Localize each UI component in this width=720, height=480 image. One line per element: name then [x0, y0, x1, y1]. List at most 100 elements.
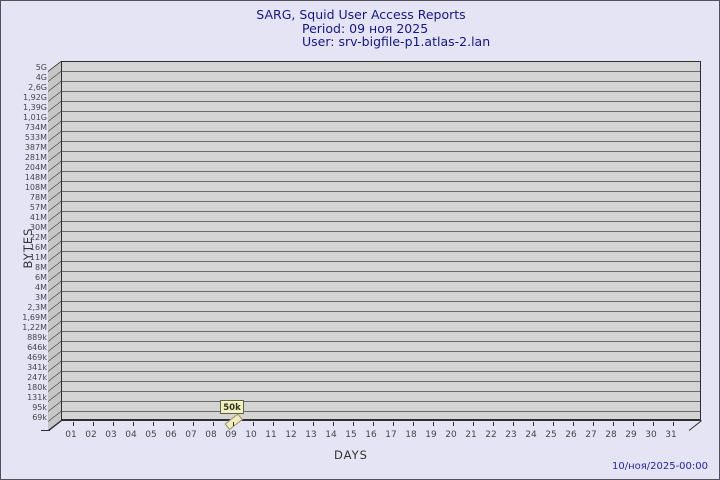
x-tick-label: 25	[545, 430, 557, 440]
x-tick-label: 23	[505, 430, 517, 440]
x-tick-mark	[513, 422, 514, 426]
y-tick-label: 57M	[29, 203, 47, 212]
y-tick-label: 11M	[29, 253, 47, 262]
x-tick-label: 12	[285, 430, 297, 440]
y-tick-label: 8M	[35, 263, 47, 272]
x-tick-label: 24	[525, 430, 537, 440]
report-user: User: srv-bigfile-p1.atlas-2.lan	[302, 34, 491, 49]
x-tick-label: 27	[585, 430, 597, 440]
x-tick-label: 05	[145, 430, 157, 440]
y-tick-label: 1,22M	[22, 323, 47, 332]
x-tick-label: 02	[85, 430, 97, 440]
y-tick-label: 2,6G	[28, 83, 47, 92]
x-tick-label: 01	[65, 430, 77, 440]
y-tick-label: 469k	[27, 353, 47, 362]
y-tick-label: 1,39G	[22, 103, 47, 112]
y-tick-label: 3M	[35, 293, 47, 302]
y-tick-label: 4M	[35, 283, 47, 292]
y-tick-label: 646k	[27, 343, 47, 352]
y-tick-label: 204M	[24, 163, 47, 172]
x-tick-mark	[353, 422, 354, 426]
y-tick-label: 2,3M	[27, 303, 47, 312]
y-tick-label: 5G	[35, 63, 47, 72]
x-tick-mark	[153, 422, 154, 426]
x-tick-mark	[393, 422, 394, 426]
y-tick-label: 22M	[29, 233, 47, 242]
generated-timestamp: 10/ноя/2025-00:00	[611, 461, 708, 472]
x-tick-mark	[613, 422, 614, 426]
x-tick-mark	[253, 422, 254, 426]
x-tick-mark	[433, 422, 434, 426]
y-tick-label: 341k	[27, 363, 47, 372]
x-tick-label: 07	[185, 430, 197, 440]
axis-origin-tick	[41, 430, 50, 431]
y-tick-label: 6M	[35, 273, 47, 282]
x-tick-mark	[73, 422, 74, 426]
x-tick-label: 17	[385, 430, 397, 440]
x-tick-mark	[653, 422, 654, 426]
y-tick-label: 1,92G	[22, 93, 47, 102]
x-tick-label: 10	[245, 430, 257, 440]
y-tick-label: 734M	[24, 123, 47, 132]
x-tick-mark	[273, 422, 274, 426]
y-tick-label: 16M	[29, 243, 47, 252]
x-tick-label: 16	[365, 430, 377, 440]
x-tick-label: 09	[225, 430, 237, 440]
x-tick-mark	[213, 422, 214, 426]
x-tick-label: 29	[625, 430, 637, 440]
x-tick-label: 08	[205, 430, 217, 440]
y-tick-label: 281M	[24, 153, 47, 162]
x-tick-mark	[453, 422, 454, 426]
x-tick-label: 11	[265, 430, 277, 440]
y-tick-label: 108M	[24, 183, 47, 192]
x-tick-label: 14	[325, 430, 337, 440]
x-tick-label: 03	[105, 430, 117, 440]
x-tick-mark	[293, 422, 294, 426]
x-tick-mark	[173, 422, 174, 426]
sarg-report-chart: SARG, Squid User Access Reports Period: …	[0, 0, 720, 480]
x-tick-mark	[533, 422, 534, 426]
x-tick-label: 22	[485, 430, 497, 440]
y-tick-label: 180k	[27, 383, 47, 392]
x-tick-label: 28	[605, 430, 617, 440]
x-tick-label: 20	[445, 430, 457, 440]
y-tick-label: 131k	[27, 393, 47, 402]
x-axis-title: DAYS	[334, 448, 368, 462]
chart-plot-area	[61, 61, 701, 421]
x-tick-mark	[333, 422, 334, 426]
x-tick-mark	[573, 422, 574, 426]
x-tick-mark	[313, 422, 314, 426]
x-tick-label: 18	[405, 430, 417, 440]
x-tick-label: 19	[425, 430, 437, 440]
x-tick-mark	[373, 422, 374, 426]
y-tick-label: 1,69M	[22, 313, 47, 322]
y-tick-label: 69k	[32, 413, 47, 422]
x-tick-mark	[93, 422, 94, 426]
y-tick-label: 41M	[29, 213, 47, 222]
x-tick-mark	[233, 422, 234, 426]
bar-value-label: 50k	[220, 400, 244, 414]
x-tick-mark	[133, 422, 134, 426]
x-tick-mark	[193, 422, 194, 426]
x-tick-label: 21	[465, 430, 477, 440]
x-tick-mark	[493, 422, 494, 426]
y-tick-label: 387M	[24, 143, 47, 152]
x-tick-mark	[673, 422, 674, 426]
y-tick-label: 1,01G	[22, 113, 47, 122]
x-tick-label: 30	[645, 430, 657, 440]
x-tick-mark	[113, 422, 114, 426]
page-title: SARG, Squid User Access Reports	[256, 7, 466, 22]
axis-right-foot	[688, 420, 702, 431]
x-tick-mark	[553, 422, 554, 426]
x-tick-label: 04	[125, 430, 137, 440]
x-tick-label: 13	[305, 430, 317, 440]
x-tick-label: 31	[665, 430, 677, 440]
x-tick-mark	[413, 422, 414, 426]
y-tick-label: 247k	[27, 373, 47, 382]
x-tick-label: 15	[345, 430, 357, 440]
y-tick-label: 533M	[24, 133, 47, 142]
chart-3d-left-wall	[48, 61, 61, 432]
x-tick-label: 06	[165, 430, 177, 440]
x-tick-mark	[593, 422, 594, 426]
x-tick-mark	[633, 422, 634, 426]
